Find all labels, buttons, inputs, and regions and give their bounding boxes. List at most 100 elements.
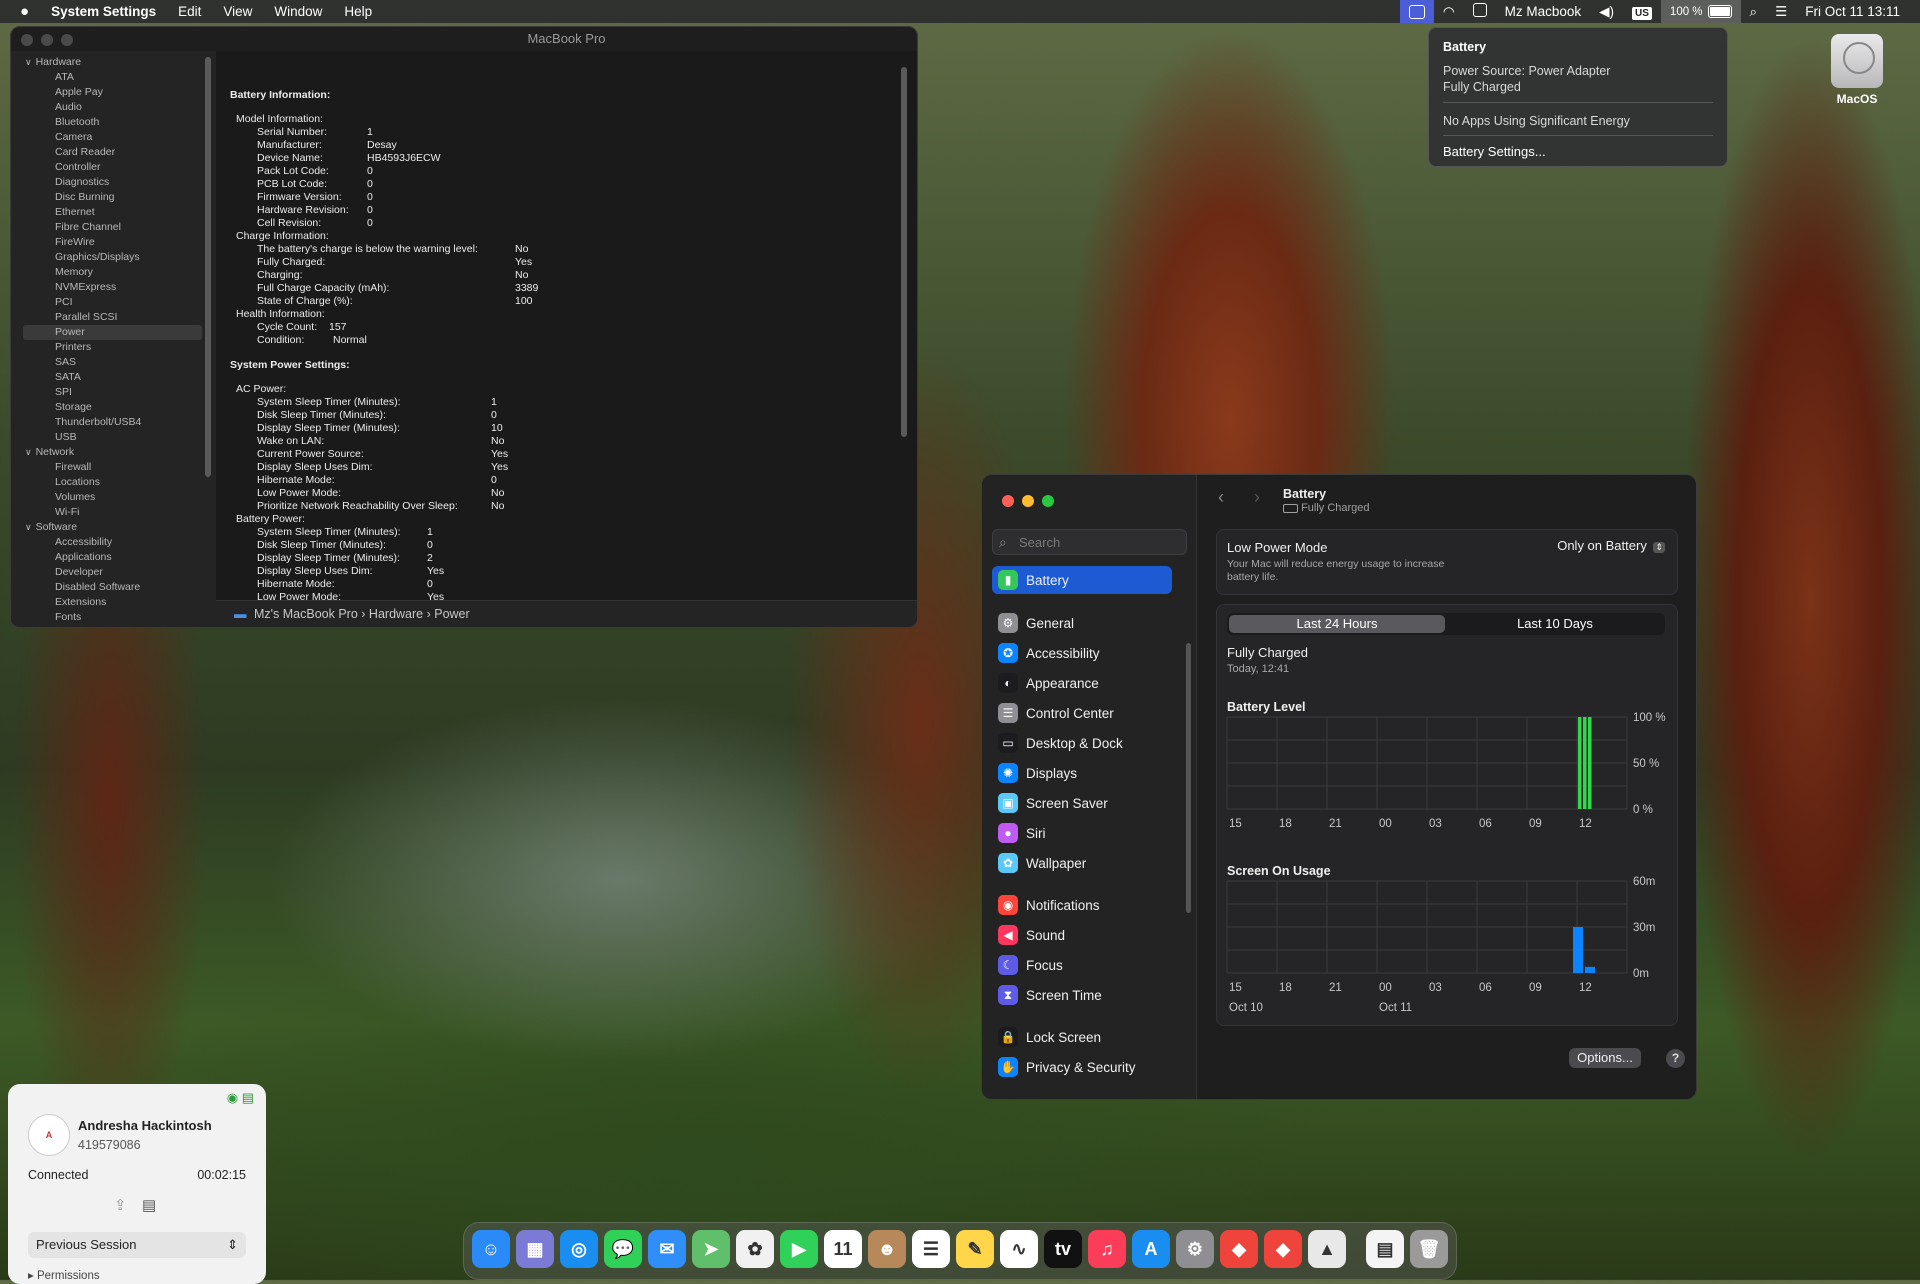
sidebar-item[interactable]: FireWire bbox=[11, 235, 216, 250]
appletv-icon[interactable]: tv bbox=[1044, 1230, 1082, 1268]
sidebar-item-siri[interactable]: ● Siri bbox=[992, 819, 1172, 847]
menu-edit[interactable]: Edit bbox=[167, 4, 212, 19]
menu-help[interactable]: Help bbox=[333, 4, 383, 19]
contacts-icon[interactable]: ☻ bbox=[868, 1230, 906, 1268]
volume-icon[interactable]: ◀) bbox=[1590, 4, 1623, 20]
sidebar-item[interactable]: Firewall bbox=[11, 460, 216, 475]
sidebar-item-appearance[interactable]: ◐ Appearance bbox=[992, 669, 1172, 697]
sidebar-item[interactable]: Camera bbox=[11, 130, 216, 145]
sidebar-item[interactable]: Volumes bbox=[11, 490, 216, 505]
sidebar-item-sound[interactable]: ◀ Sound bbox=[992, 921, 1172, 949]
battery-settings-link[interactable]: Battery Settings... bbox=[1443, 144, 1546, 159]
sidebar-item-accessibility[interactable]: ✪ Accessibility bbox=[992, 639, 1172, 667]
breadcrumb-root[interactable]: Mz's MacBook Pro bbox=[254, 607, 358, 621]
sidebar-item[interactable]: SPI bbox=[11, 385, 216, 400]
sidebar-item[interactable]: Fonts bbox=[11, 610, 216, 625]
sidebar-item[interactable]: Storage bbox=[11, 400, 216, 415]
app-menu[interactable]: System Settings bbox=[40, 4, 167, 19]
sidebar-item-notifications[interactable]: ◉ Notifications bbox=[992, 891, 1172, 919]
photos-icon[interactable]: ✿ bbox=[736, 1230, 774, 1268]
low-power-select[interactable]: Only on Battery ⇕ bbox=[1557, 538, 1665, 553]
sidebar-item[interactable]: Power bbox=[23, 325, 202, 340]
breadcrumb-power[interactable]: Power bbox=[434, 607, 469, 621]
sidebar-item-screen-time[interactable]: ⧗ Screen Time bbox=[992, 981, 1172, 1009]
battery-status[interactable]: 100 % bbox=[1660, 0, 1741, 23]
options-button[interactable]: Options... bbox=[1569, 1048, 1641, 1068]
sidebar-item[interactable]: Graphics/Displays bbox=[11, 250, 216, 265]
sidebar-group[interactable]: ∨ Software bbox=[11, 520, 216, 535]
desktop-drive[interactable]: MacOS bbox=[1822, 34, 1892, 106]
spotlight-icon[interactable]: ⌕ bbox=[1741, 4, 1767, 20]
calendar-icon[interactable]: 11 bbox=[824, 1230, 862, 1268]
wifi-icon[interactable]: ◠ bbox=[1434, 4, 1464, 20]
apple-menu-icon[interactable]: ● bbox=[0, 3, 40, 20]
control-center-icon[interactable]: ☰ bbox=[1766, 4, 1796, 20]
sidebar-item[interactable]: Card Reader bbox=[11, 145, 216, 160]
appstore-icon[interactable]: A bbox=[1132, 1230, 1170, 1268]
menu-window[interactable]: Window bbox=[263, 4, 333, 19]
sidebar-item[interactable]: PCI bbox=[11, 295, 216, 310]
close-button[interactable] bbox=[1002, 495, 1014, 507]
minimize-button[interactable] bbox=[41, 34, 53, 46]
sidebar-item[interactable]: Developer bbox=[11, 565, 216, 580]
sidebar-item[interactable]: Thunderbolt/USB4 bbox=[11, 415, 216, 430]
sidebar-item[interactable]: Apple Pay bbox=[11, 85, 216, 100]
sidebar-item[interactable]: Wi-Fi bbox=[11, 505, 216, 520]
sidebar-group[interactable]: ∨ Hardware bbox=[11, 55, 216, 70]
minimize-button[interactable] bbox=[1022, 495, 1034, 507]
sidebar-item[interactable]: Accessibility bbox=[11, 535, 216, 550]
sidebar-item[interactable]: NVMExpress bbox=[11, 280, 216, 295]
sidebar-scrollbar[interactable] bbox=[205, 57, 211, 477]
sidebar-item[interactable]: SAS bbox=[11, 355, 216, 370]
anydesk-icon[interactable]: ◆ bbox=[1220, 1230, 1258, 1268]
sidebar-item[interactable]: Audio bbox=[11, 100, 216, 115]
messages-icon[interactable]: 💬 bbox=[604, 1230, 642, 1268]
sidebar-item[interactable]: SATA bbox=[11, 370, 216, 385]
clock[interactable]: Fri Oct 11 13:11 bbox=[1796, 4, 1920, 19]
content-scrollbar[interactable] bbox=[901, 67, 907, 437]
session-select[interactable]: Previous Session ⇕ bbox=[28, 1232, 246, 1258]
sidebar-item[interactable]: Memory bbox=[11, 265, 216, 280]
sidebar-item[interactable]: Ethernet bbox=[11, 205, 216, 220]
breadcrumb-hardware[interactable]: Hardware bbox=[369, 607, 423, 621]
sidebar-item-general[interactable]: ⚙ General bbox=[992, 609, 1172, 637]
input-source[interactable]: US bbox=[1623, 4, 1661, 20]
sidebar-item[interactable]: ATA bbox=[11, 70, 216, 85]
notes-icon[interactable]: ✎ bbox=[956, 1230, 994, 1268]
safari-icon[interactable]: ◎ bbox=[560, 1230, 598, 1268]
sidebar-item[interactable]: Extensions bbox=[11, 595, 216, 610]
sidebar-item[interactable]: Disc Burning bbox=[11, 190, 216, 205]
search-input[interactable]: Search bbox=[992, 529, 1187, 555]
host-name[interactable]: Mz Macbook bbox=[1496, 4, 1591, 19]
back-chevron-icon[interactable]: ‹ bbox=[1218, 487, 1224, 508]
sidebar-item-displays[interactable]: ✺ Displays bbox=[992, 759, 1172, 787]
trash-icon[interactable]: 🗑 bbox=[1410, 1230, 1448, 1268]
facetime-icon[interactable]: ▶ bbox=[780, 1230, 818, 1268]
sidebar-item-wallpaper[interactable]: ✿ Wallpaper bbox=[992, 849, 1172, 877]
systemsettings-icon[interactable]: ⚙ bbox=[1176, 1230, 1214, 1268]
mail-icon[interactable]: ✉ bbox=[648, 1230, 686, 1268]
sidebar-item[interactable]: Controller bbox=[11, 160, 216, 175]
music-icon[interactable]: ♫ bbox=[1088, 1230, 1126, 1268]
menu-view[interactable]: View bbox=[212, 4, 263, 19]
sidebar-item-lock-screen[interactable]: 🔒 Lock Screen bbox=[992, 1023, 1172, 1051]
sidebar-item[interactable]: Printers bbox=[11, 340, 216, 355]
finder-icon[interactable]: ☺ bbox=[472, 1230, 510, 1268]
sidebar-item[interactable]: Fibre Channel bbox=[11, 220, 216, 235]
sidebar-item-control-center[interactable]: ☰ Control Center bbox=[992, 699, 1172, 727]
sidebar-item[interactable]: Disabled Software bbox=[11, 580, 216, 595]
zoom-button[interactable] bbox=[1042, 495, 1054, 507]
anydesk-alt-icon[interactable]: ◆ bbox=[1264, 1230, 1302, 1268]
freeform-icon[interactable]: ∿ bbox=[1000, 1230, 1038, 1268]
file-transfer-icon[interactable]: ⇪ bbox=[114, 1196, 127, 1214]
sidebar-item[interactable]: Parallel SCSI bbox=[11, 310, 216, 325]
launchpad-icon[interactable]: ▦ bbox=[516, 1230, 554, 1268]
zoom-button[interactable] bbox=[61, 34, 73, 46]
sidebar-item[interactable]: Locations bbox=[11, 475, 216, 490]
document-icon[interactable]: ▤ bbox=[1366, 1230, 1404, 1268]
screen-share-icon[interactable] bbox=[1399, 0, 1434, 23]
maps-icon[interactable]: ➤ bbox=[692, 1230, 730, 1268]
activity-icon[interactable] bbox=[1464, 3, 1496, 20]
sidebar-item[interactable]: Applications bbox=[11, 550, 216, 565]
help-button[interactable]: ? bbox=[1666, 1049, 1685, 1068]
